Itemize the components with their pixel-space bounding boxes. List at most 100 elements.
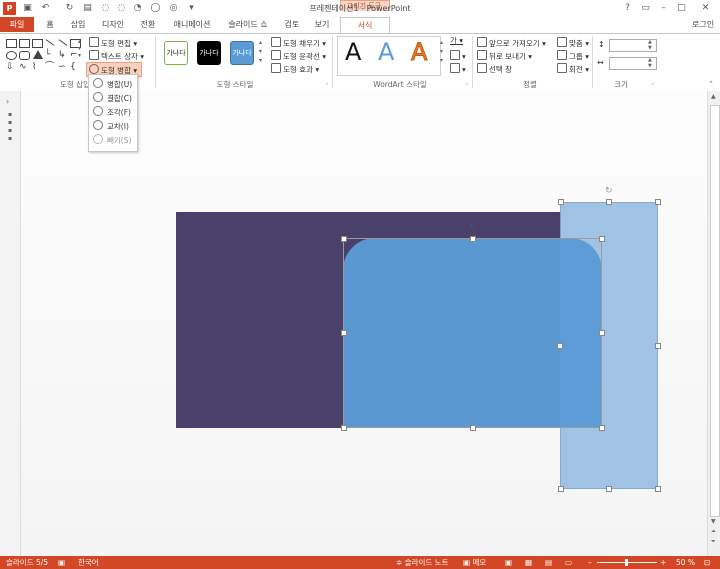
tab-transitions[interactable]: 전환 — [136, 17, 160, 32]
zoom-level[interactable]: 50 % — [676, 558, 695, 568]
shapes-gallery[interactable]: └ ↳ ⌐ ⇩ ∿ ⌇ ⌒ ∽ { — [4, 37, 82, 73]
maximize-icon[interactable]: □ — [676, 3, 687, 14]
resize-handle[interactable] — [341, 330, 347, 336]
resize-handle[interactable] — [558, 486, 564, 492]
wordart-style-2[interactable]: A — [378, 38, 394, 66]
curve-shape-icon[interactable]: ∿ — [19, 63, 27, 72]
resize-handle[interactable] — [470, 425, 476, 431]
expand-thumbnails-icon[interactable]: › — [6, 97, 9, 106]
slide-sorter-icon[interactable]: ▦ — [525, 558, 532, 568]
resize-handle[interactable] — [655, 343, 661, 349]
textbox-vertical-shape-icon[interactable] — [32, 39, 43, 48]
next-slide-icon[interactable]: ⏷ — [711, 538, 716, 546]
comments-button[interactable]: ▣ 메모 — [463, 558, 486, 568]
tab-format[interactable]: 서식 — [340, 17, 390, 33]
shape-fill-button[interactable]: 도형 채우기 ▾ — [271, 37, 326, 49]
notes-button[interactable]: ≑ 슬라이드 노트 — [396, 558, 448, 568]
zoom-in-icon[interactable]: + — [660, 558, 666, 568]
login-link[interactable]: 로그인 — [692, 17, 714, 32]
reading-view-icon[interactable]: ▤ — [545, 558, 552, 568]
resize-handle[interactable] — [599, 330, 605, 336]
shape-style-swatch-2[interactable]: 가나다 — [197, 41, 221, 65]
resize-handle[interactable] — [599, 425, 605, 431]
align-button[interactable]: 맞춤 ▾ — [557, 37, 589, 49]
minimize-icon[interactable]: – — [658, 3, 669, 14]
scroll-down-icon[interactable]: ▼ — [711, 518, 716, 525]
shape-style-swatch-1[interactable]: 가나다 — [164, 41, 188, 65]
shape-style-swatch-3[interactable]: 가나다 — [230, 41, 254, 65]
resize-handle[interactable] — [606, 486, 612, 492]
shape-styles-more-icon[interactable]: ▴ ▾ ▾ — [259, 38, 262, 65]
arrow-right-shape-icon[interactable]: ⇩ — [6, 63, 14, 72]
spellcheck-icon[interactable]: ▣ — [58, 558, 65, 568]
tab-insert[interactable]: 삽입 — [66, 17, 90, 32]
elbow-connector-icon[interactable]: └ — [45, 51, 50, 60]
edit-shape-button[interactable]: 도형 편집 ▾ — [89, 37, 137, 49]
arrow-shape-icon[interactable] — [58, 39, 68, 46]
brace-shape-icon[interactable]: { — [70, 63, 76, 72]
zoom-slider-thumb[interactable] — [625, 559, 628, 566]
menu-item-subtract[interactable]: 빼기(S) — [93, 134, 137, 147]
slideshow-view-icon[interactable]: ▭ — [565, 558, 572, 568]
text-effects-button[interactable]: ▾ — [450, 63, 466, 75]
thumbnail-pane-collapsed[interactable]: › ▪ ▪ ▪ ▪ — [0, 91, 21, 556]
language-indicator[interactable]: 한국어 — [78, 558, 99, 568]
resize-handle[interactable] — [557, 343, 563, 349]
tab-view[interactable]: 보기 — [310, 17, 334, 32]
shape-outline-button[interactable]: 도형 윤곽선 ▾ — [271, 50, 326, 62]
rectangle-shape-icon[interactable] — [6, 39, 17, 48]
close-icon[interactable]: ✕ — [700, 3, 711, 14]
normal-view-icon[interactable]: ▣ — [505, 558, 512, 568]
wordart-more-icon[interactable]: ▴ ▾ ▾ — [440, 38, 443, 65]
resize-handle[interactable] — [341, 236, 347, 242]
scroll-up-icon[interactable]: ▲ — [711, 93, 716, 100]
resize-handle[interactable] — [341, 425, 347, 431]
ribbon-display-icon[interactable]: ▭ — [640, 3, 651, 14]
menu-item-combine[interactable]: 결합(C) — [93, 92, 137, 105]
wordart-style-3[interactable]: A — [410, 38, 427, 67]
tab-file[interactable]: 파일 — [0, 17, 34, 32]
textbox-shape-icon[interactable] — [19, 39, 30, 48]
arc-shape-icon[interactable]: ⌒ — [45, 63, 54, 72]
menu-item-intersect[interactable]: 교차(I) — [93, 120, 137, 133]
resize-handle[interactable] — [470, 236, 476, 242]
wordart-style-1[interactable]: A — [345, 38, 361, 66]
tab-design[interactable]: 디자인 — [98, 17, 128, 32]
menu-item-fragment[interactable]: 조각(F) — [93, 106, 137, 119]
gallery-more-icon[interactable]: ▴ ▾ ▾ — [78, 38, 81, 59]
freeform-shape-icon[interactable]: ⌇ — [32, 63, 36, 72]
prev-slide-icon[interactable]: ⏶ — [711, 528, 716, 536]
tab-review[interactable]: 검토 — [280, 17, 304, 32]
wave-shape-icon[interactable]: ∽ — [58, 63, 66, 72]
rotate-handle-icon[interactable]: ↻ — [605, 186, 613, 196]
oval-shape-icon[interactable] — [6, 51, 17, 60]
resize-handle[interactable] — [599, 236, 605, 242]
text-fill-button[interactable]: 가 ▾ — [450, 36, 463, 46]
dialog-launcher-icon[interactable]: ⌟ — [651, 79, 654, 86]
zoom-out-icon[interactable]: – — [588, 558, 592, 568]
group-button[interactable]: 그룹 ▾ — [557, 50, 589, 62]
bring-forward-button[interactable]: 앞으로 가져오기 ▾ — [477, 37, 546, 49]
tab-home[interactable]: 홈 — [40, 17, 60, 32]
shape-effects-button[interactable]: 도형 효과 ▾ — [271, 63, 319, 75]
menu-item-union[interactable]: 병합(U) — [93, 78, 137, 91]
tab-animations[interactable]: 애니메이션 — [168, 17, 216, 32]
resize-handle[interactable] — [558, 199, 564, 205]
elbow-arrow-icon[interactable]: ↳ — [58, 51, 66, 60]
resize-handle[interactable] — [655, 486, 661, 492]
resize-handle[interactable] — [655, 199, 661, 205]
send-backward-button[interactable]: 뒤로 보내기 ▾ — [477, 50, 532, 62]
text-outline-button[interactable]: ▾ — [450, 50, 466, 62]
scroll-thumb[interactable] — [710, 105, 720, 517]
width-spinner-icon[interactable]: ▲ ▼ — [648, 57, 652, 69]
dialog-launcher-icon[interactable]: ⌟ — [465, 79, 468, 86]
bracket-shape-icon[interactable]: ⌐ — [70, 51, 78, 60]
selection-pane-button[interactable]: 선택 창 — [477, 63, 512, 75]
fit-to-window-icon[interactable]: ⊡ — [704, 558, 710, 568]
rounded-rect-shape-icon[interactable] — [19, 51, 30, 60]
text-box-button[interactable]: 텍스트 상자 ▾ — [89, 50, 144, 62]
help-icon[interactable]: ? — [622, 3, 633, 14]
collapse-ribbon-icon[interactable]: ⌃ — [708, 80, 714, 88]
rotate-handle-icon[interactable]: ↻ — [469, 223, 477, 233]
tab-slideshow[interactable]: 슬라이드 쇼 — [224, 17, 272, 32]
